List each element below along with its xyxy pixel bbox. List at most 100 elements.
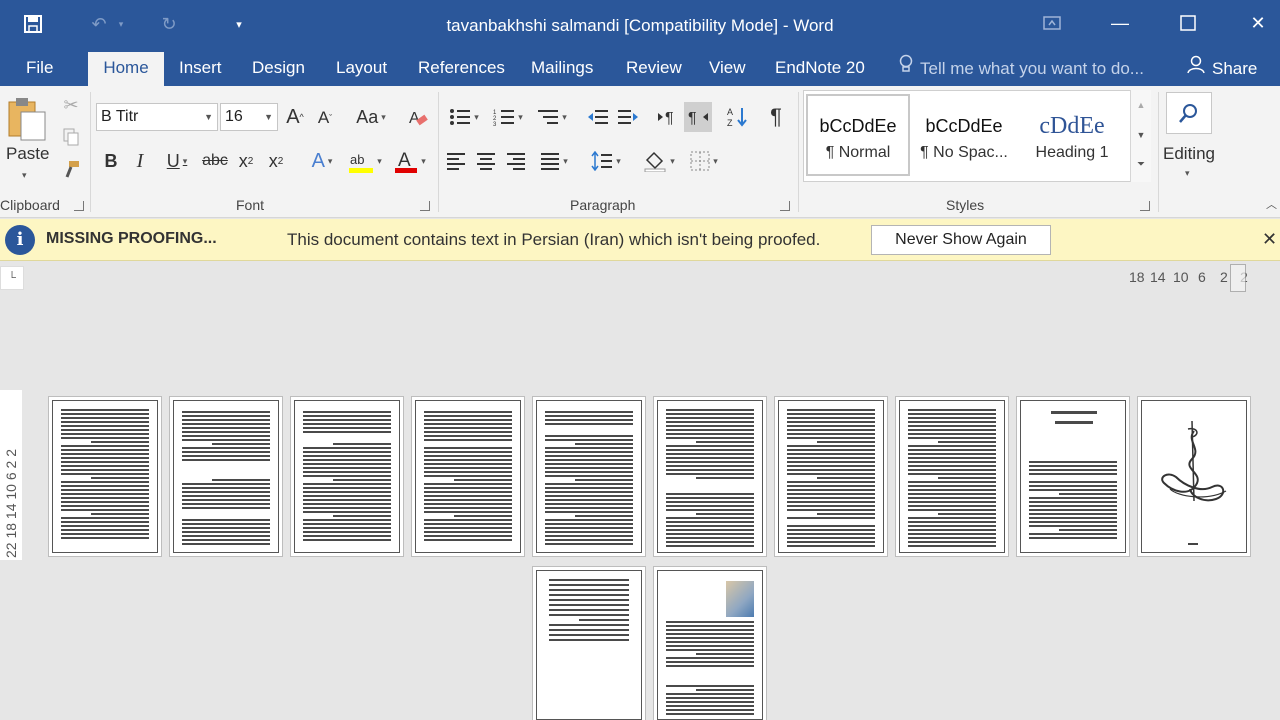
text-line (908, 425, 996, 427)
text-line (696, 653, 754, 655)
copy-icon[interactable] (60, 126, 82, 148)
ribbon-display-options-icon[interactable] (1034, 8, 1070, 38)
tab-home[interactable]: Home (88, 52, 164, 86)
bullets-icon[interactable]: ▾ (444, 104, 484, 130)
page-thumbnail-9[interactable] (1020, 400, 1126, 553)
text-line (1059, 493, 1117, 495)
tab-endnote[interactable]: EndNote 20 (765, 52, 875, 86)
share-button[interactable]: Share (1186, 52, 1257, 86)
editing-label[interactable]: Editing (1160, 144, 1218, 164)
document-title: tavanbakhshi salmandi [Compatibility Mod… (446, 16, 834, 35)
rtl-paragraph-icon[interactable]: ¶ (684, 102, 712, 132)
align-center-icon[interactable] (474, 148, 498, 174)
styles-scroll-up-icon[interactable]: ▲ (1131, 90, 1151, 120)
style-no-spacing[interactable]: bCcDdEe ¶ No Spac... (912, 94, 1016, 176)
styles-launcher-icon[interactable] (1140, 201, 1150, 211)
page-thumbnail-2[interactable] (173, 400, 279, 553)
text-line (666, 709, 754, 711)
text-line (908, 481, 996, 483)
paste-label[interactable]: Paste (6, 144, 49, 164)
page-thumbnail-5[interactable] (536, 400, 642, 553)
tab-references[interactable]: References (408, 52, 515, 86)
justify-icon[interactable]: ▾ (534, 148, 574, 174)
paste-dropdown-icon[interactable]: ▾ (22, 170, 27, 181)
text-line (424, 427, 512, 429)
increase-indent-icon[interactable] (616, 104, 640, 130)
vertical-ruler[interactable]: 22 18 14 10 6 2 2 (0, 390, 22, 560)
strikethrough-icon[interactable]: abc (202, 148, 228, 174)
tab-review[interactable]: Review (616, 52, 692, 86)
paste-icon[interactable] (6, 92, 50, 144)
align-left-icon[interactable] (444, 148, 468, 174)
change-case-button[interactable]: Aa ▾ (352, 105, 390, 129)
font-name-dropdown-icon[interactable]: ▼ (204, 104, 213, 130)
align-right-icon[interactable] (504, 148, 528, 174)
tab-design[interactable]: Design (242, 52, 315, 86)
font-size-combo[interactable]: 16 ▼ (220, 103, 278, 131)
numbering-icon[interactable]: 1 2 3 ▾ (488, 104, 528, 130)
styles-more-icon[interactable]: ⏷ (1131, 150, 1151, 180)
page-thumbnail-8[interactable] (899, 400, 1005, 553)
page-thumbnail-10[interactable] (1141, 400, 1247, 553)
cut-icon[interactable]: ✂ (60, 94, 82, 116)
page-thumbnail-11[interactable] (536, 570, 642, 720)
font-name-combo[interactable]: B Titr ▼ (96, 103, 218, 131)
font-color-icon[interactable]: A ▾ (390, 148, 430, 174)
multilevel-list-icon[interactable]: ▾ (532, 104, 572, 130)
line-spacing-icon[interactable]: ▾ (586, 148, 626, 174)
page-thumbnail-3[interactable] (294, 400, 400, 553)
format-painter-icon[interactable] (60, 158, 82, 180)
text-line (666, 501, 754, 503)
text-effects-icon[interactable]: A ▾ (302, 148, 342, 174)
page-thumbnail-4[interactable] (415, 400, 521, 553)
text-line (545, 487, 633, 489)
text-line (666, 433, 754, 435)
ltr-paragraph-icon[interactable]: ¶ (656, 104, 680, 130)
tab-layout[interactable]: Layout (326, 52, 397, 86)
font-size-dropdown-icon[interactable]: ▼ (264, 104, 273, 130)
shading-icon[interactable]: ▾ (638, 148, 680, 174)
grow-font-icon[interactable]: A ^ (284, 105, 306, 129)
close-icon[interactable]: ✕ (1240, 8, 1276, 38)
text-line (908, 505, 996, 507)
decrease-indent-icon[interactable] (586, 104, 610, 130)
shrink-font-icon[interactable]: Aˇ (314, 107, 336, 129)
page-thumbnail-6[interactable] (657, 400, 763, 553)
font-launcher-icon[interactable] (420, 201, 430, 211)
style-heading-1[interactable]: cDdEe Heading 1 (1020, 94, 1124, 176)
bold-icon[interactable]: B (100, 148, 122, 174)
page-thumbnail-12[interactable] (657, 570, 763, 720)
paragraph-launcher-icon[interactable] (780, 201, 790, 211)
borders-icon[interactable]: ▾ (684, 148, 724, 174)
tab-view[interactable]: View (699, 52, 756, 86)
maximize-icon[interactable] (1170, 8, 1206, 38)
subscript-icon[interactable]: x2 (234, 148, 258, 174)
message-bar-close-icon[interactable]: ✕ (1262, 229, 1277, 250)
horizontal-ruler[interactable]: 18 14 10 6 2 2 (1126, 264, 1256, 292)
tab-mailings[interactable]: Mailings (521, 52, 603, 86)
superscript-icon[interactable]: x2 (264, 148, 288, 174)
clipboard-launcher-icon[interactable] (74, 201, 84, 211)
text-line (61, 493, 149, 495)
underline-icon[interactable]: U ▾ (158, 148, 196, 174)
tab-insert[interactable]: Insert (169, 52, 232, 86)
page-thumbnail-1[interactable] (52, 400, 158, 553)
indent-marker-icon[interactable] (1230, 264, 1246, 292)
page-thumbnail-7[interactable] (778, 400, 884, 553)
tell-me-search[interactable]: Tell me what you want to do... (898, 52, 1144, 86)
collapse-ribbon-icon[interactable]: ︿ (1266, 196, 1277, 212)
tab-selector-icon[interactable]: └ (0, 266, 24, 290)
find-icon[interactable] (1166, 92, 1212, 134)
clear-formatting-icon[interactable]: A (406, 106, 430, 130)
style-normal[interactable]: bCcDdEe ¶ Normal (806, 94, 910, 176)
editing-dropdown-icon[interactable]: ▾ (1185, 168, 1190, 179)
highlight-color-icon[interactable]: ab ▾ (344, 148, 386, 174)
never-show-again-button[interactable]: Never Show Again (871, 225, 1051, 255)
sort-icon[interactable]: AZ (726, 104, 750, 130)
text-line (1029, 497, 1117, 499)
italic-icon[interactable]: I (130, 148, 150, 174)
show-formatting-marks-icon[interactable]: ¶ (764, 104, 788, 130)
minimize-icon[interactable]: — (1102, 8, 1138, 38)
styles-scroll-down-icon[interactable]: ▼ (1131, 120, 1151, 150)
tab-file[interactable]: File (16, 52, 63, 86)
